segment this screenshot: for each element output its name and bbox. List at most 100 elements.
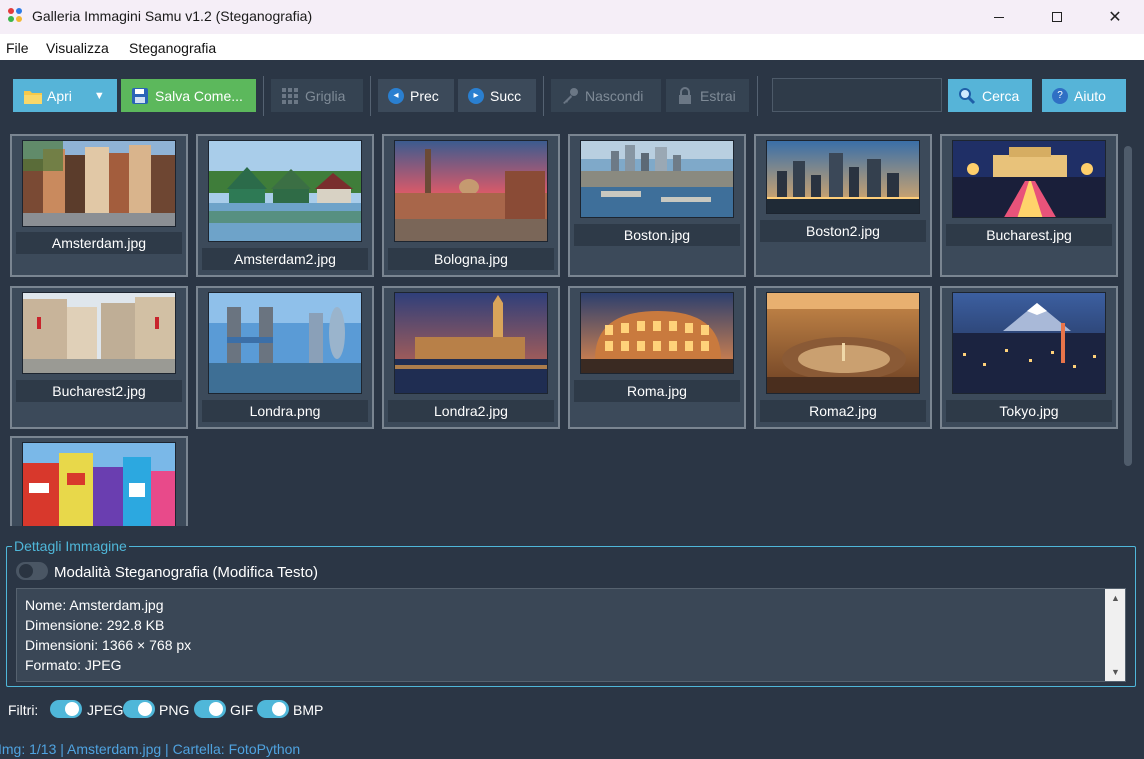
- gallery-tile[interactable]: Bucharest.jpg: [940, 134, 1118, 277]
- folder-icon: [23, 87, 42, 105]
- maximize-button[interactable]: [1028, 0, 1086, 34]
- filter-jpeg-toggle[interactable]: [50, 700, 82, 718]
- grid-button[interactable]: Griglia: [271, 79, 363, 112]
- image-caption: Roma.jpg: [574, 380, 740, 402]
- status-bar: Img: 1/13 | Amsterdam.jpg | Cartella: Fo…: [0, 741, 301, 757]
- filter-gif-toggle[interactable]: [194, 700, 226, 718]
- chevron-down-icon[interactable]: ▼: [94, 90, 105, 102]
- filter-bmp-toggle[interactable]: [257, 700, 289, 718]
- menu-steganografia[interactable]: Steganografia: [129, 40, 216, 56]
- filter-gif-label: GIF: [230, 702, 254, 718]
- minimize-button[interactable]: [970, 0, 1028, 34]
- info-format: Formato: JPEG: [25, 657, 122, 673]
- prev-button[interactable]: ◂ Prec: [378, 79, 454, 112]
- toolbar-separator: [543, 76, 544, 116]
- thumbnail-amsterdam2[interactable]: [208, 140, 362, 242]
- extract-button[interactable]: Estrai: [666, 79, 749, 112]
- gallery-tile[interactable]: Roma2.jpg: [754, 286, 932, 429]
- gallery-tile[interactable]: Boston.jpg: [568, 134, 746, 277]
- minimize-icon: [994, 16, 1004, 18]
- thumbnail-boston[interactable]: [580, 140, 734, 218]
- image-caption: Bucharest.jpg: [946, 224, 1112, 246]
- next-button[interactable]: ▸ Succ: [458, 79, 536, 112]
- menu-file[interactable]: File: [6, 40, 29, 56]
- gallery-tile[interactable]: Londra.png: [196, 286, 374, 429]
- filter-png-label: PNG: [159, 702, 190, 718]
- filter-bmp-label: BMP: [293, 702, 324, 718]
- gallery-scrollbar-thumb[interactable]: [1124, 146, 1132, 466]
- open-label: Apri: [47, 87, 72, 104]
- menu-visualizza[interactable]: Visualizza: [46, 40, 109, 56]
- search-label: Cerca: [982, 87, 1020, 104]
- thumbnail-bucharest[interactable]: [952, 140, 1106, 218]
- close-button[interactable]: ✕: [1086, 0, 1144, 34]
- grid-icon: [281, 87, 299, 105]
- thumbnail-tokyo[interactable]: [952, 292, 1106, 394]
- search-button[interactable]: Cerca: [948, 79, 1032, 112]
- details-scrollbar[interactable]: ▲ ▼: [1105, 589, 1125, 681]
- image-caption: Londra2.jpg: [388, 400, 554, 422]
- thumbnail-amsterdam[interactable]: [22, 140, 176, 227]
- grid-label: Griglia: [305, 87, 346, 104]
- toolbar: Apri ▼ Salva Come... Griglia ◂ Prec ▸ Su…: [0, 60, 1144, 128]
- search-input[interactable]: [772, 78, 942, 112]
- save-as-button[interactable]: Salva Come...: [121, 79, 256, 112]
- image-caption: Amsterdam.jpg: [16, 232, 182, 254]
- window-title: Galleria Immagini Samu v1.2 (Steganograf…: [32, 8, 313, 24]
- gallery-tile[interactable]: [10, 436, 188, 526]
- maximize-icon: [1052, 12, 1062, 22]
- image-caption: Bucharest2.jpg: [16, 380, 182, 402]
- details-text-area[interactable]: Nome: Amsterdam.jpg Dimensione: 292.8 KB…: [16, 588, 1126, 682]
- menu-bar: File Visualizza Steganografia: [0, 34, 1144, 60]
- steganography-label: Modalità Steganografia (Modifica Testo): [54, 564, 319, 581]
- title-bar: Galleria Immagini Samu v1.2 (Steganograf…: [0, 0, 1144, 34]
- app-icon: [8, 8, 24, 24]
- save-as-label: Salva Come...: [155, 87, 243, 104]
- thumbnail-bucharest2[interactable]: [22, 292, 176, 374]
- info-size: Dimensione: 292.8 KB: [25, 617, 165, 633]
- filter-png-toggle[interactable]: [123, 700, 155, 718]
- thumbnail-londra2[interactable]: [394, 292, 548, 394]
- gallery-tile[interactable]: Amsterdam2.jpg: [196, 134, 374, 277]
- toggle-knob: [209, 702, 223, 716]
- open-button[interactable]: Apri ▼: [13, 79, 117, 112]
- hide-label: Nascondi: [585, 87, 644, 104]
- gallery-tile[interactable]: Boston2.jpg: [754, 134, 932, 277]
- scroll-up-icon[interactable]: ▲: [1111, 593, 1120, 603]
- help-button[interactable]: ? Aiuto: [1042, 79, 1126, 112]
- image-caption: Bologna.jpg: [388, 248, 554, 270]
- gallery-tile[interactable]: Tokyo.jpg: [940, 286, 1118, 429]
- close-icon: ✕: [1108, 9, 1122, 26]
- toggle-knob: [138, 702, 152, 716]
- toolbar-separator: [263, 76, 264, 116]
- image-caption: Londra.png: [202, 400, 368, 422]
- filters-label: Filtri:: [8, 702, 39, 718]
- gallery-tile[interactable]: Roma.jpg: [568, 286, 746, 429]
- thumbnail-roma[interactable]: [580, 292, 734, 374]
- toggle-knob: [272, 702, 286, 716]
- thumbnail-akihabara[interactable]: [22, 442, 176, 526]
- scroll-down-icon[interactable]: ▼: [1111, 667, 1120, 677]
- image-caption: Amsterdam2.jpg: [202, 248, 368, 270]
- steganography-toggle[interactable]: [16, 562, 48, 580]
- gallery-tile[interactable]: Londra2.jpg: [382, 286, 560, 429]
- details-legend: Dettagli Immagine: [12, 538, 129, 554]
- thumbnail-boston2[interactable]: [766, 140, 920, 214]
- toggle-knob: [65, 702, 79, 716]
- key-icon: [561, 87, 579, 105]
- thumbnail-roma2[interactable]: [766, 292, 920, 394]
- image-caption: Boston2.jpg: [760, 220, 926, 242]
- thumbnail-londra[interactable]: [208, 292, 362, 394]
- gallery-tile[interactable]: Bologna.jpg: [382, 134, 560, 277]
- gallery-tile[interactable]: Amsterdam.jpg: [10, 134, 188, 277]
- image-caption: Roma2.jpg: [760, 400, 926, 422]
- thumbnail-bologna[interactable]: [394, 140, 548, 242]
- help-icon: ?: [1052, 87, 1068, 104]
- extract-label: Estrai: [700, 87, 736, 104]
- hide-button[interactable]: Nascondi: [551, 79, 661, 112]
- gallery-tile[interactable]: Bucharest2.jpg: [10, 286, 188, 429]
- image-caption: Tokyo.jpg: [946, 400, 1112, 422]
- help-label: Aiuto: [1074, 87, 1106, 104]
- prev-label: Prec: [410, 87, 439, 104]
- image-caption: Boston.jpg: [574, 224, 740, 246]
